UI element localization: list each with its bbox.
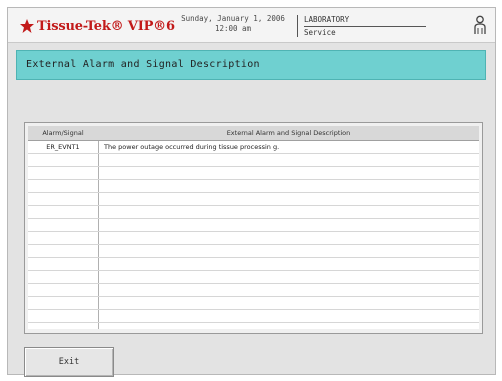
table-row[interactable] (28, 167, 479, 180)
table-row[interactable] (28, 193, 479, 206)
user-icon[interactable] (473, 15, 487, 35)
table-header: Alarm/Signal External Alarm and Signal D… (28, 126, 479, 141)
table-row[interactable] (28, 180, 479, 193)
date-text: Sunday, January 1, 2006 (181, 14, 285, 23)
column-header-signal: Alarm/Signal (42, 129, 84, 137)
exit-button-label: Exit (58, 357, 80, 367)
brand-name: Tissue-Tek® VIP®6 (37, 18, 175, 34)
table-row[interactable] (28, 154, 479, 167)
brand-logo: Tissue-Tek® VIP®6 (19, 17, 175, 35)
table-row[interactable] (28, 245, 479, 258)
table-row[interactable]: ER_EVNT1 The power outage occurred during… (28, 141, 479, 154)
signal-cell: ER_EVNT1 (46, 143, 80, 151)
table-row[interactable] (28, 310, 479, 323)
header-divider (297, 15, 298, 37)
table-row[interactable] (28, 297, 479, 310)
table-body[interactable]: ER_EVNT1 The power outage occurred during… (28, 141, 479, 329)
alarm-table-panel: Alarm/Signal External Alarm and Signal D… (24, 122, 483, 334)
table-row[interactable] (28, 258, 479, 271)
table-row[interactable] (28, 219, 479, 232)
page-title: External Alarm and Signal Description (26, 59, 260, 70)
app-window: Tissue-Tek® VIP®6 Sunday, January 1, 200… (7, 7, 496, 377)
table-row[interactable] (28, 271, 479, 284)
user-context: LABORATORY Service (304, 15, 426, 38)
exit-button[interactable]: Exit (24, 347, 114, 377)
table-row[interactable] (28, 232, 479, 245)
column-header-description: External Alarm and Signal Description (226, 129, 351, 137)
table-row[interactable] (28, 284, 479, 297)
header-bar: Tissue-Tek® VIP®6 Sunday, January 1, 200… (8, 8, 495, 43)
department-label: LABORATORY (304, 15, 426, 27)
time-text: 12:00 am (214, 24, 252, 33)
star-logo-icon (20, 19, 34, 33)
description-cell: The power outage occurred during tissue … (104, 143, 280, 151)
screen-title-bar: External Alarm and Signal Description (16, 50, 486, 80)
role-label: Service (304, 28, 336, 37)
date-time-display: Sunday, January 1, 2006 12:00 am (178, 14, 288, 34)
table-row[interactable] (28, 206, 479, 219)
